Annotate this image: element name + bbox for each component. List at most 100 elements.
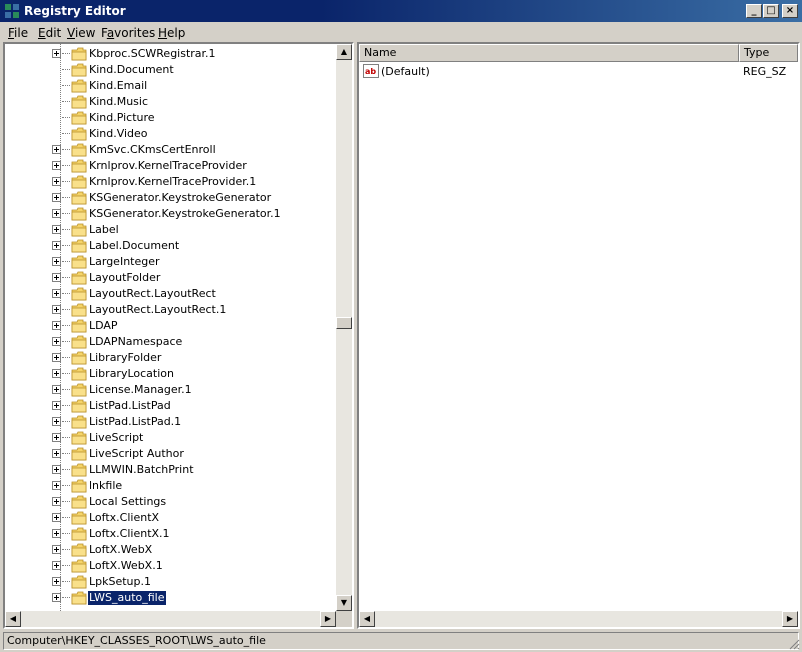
tree-item[interactable]: LpkSetup.1	[5, 574, 335, 590]
tree-item-label[interactable]: Krnlprov.KernelTraceProvider.1	[88, 175, 257, 189]
tree-item[interactable]: LargeInteger	[5, 254, 335, 270]
tree-item[interactable]: Kbproc.SCWRegistrar.1	[5, 46, 335, 62]
tree-item-label[interactable]: Kbproc.SCWRegistrar.1	[88, 47, 217, 61]
tree-item[interactable]: LWS_auto_file	[5, 590, 335, 606]
expand-plus-icon[interactable]	[52, 465, 61, 474]
menu-favorites[interactable]: Favorites	[101, 26, 155, 40]
tree-item[interactable]: LLMWIN.BatchPrint	[5, 462, 335, 478]
tree-item-label[interactable]: Label	[88, 223, 120, 237]
key-tree-pane[interactable]: Kbproc.SCWRegistrar.1 Kind.Document Kind.E…	[3, 42, 354, 629]
expand-plus-icon[interactable]	[52, 481, 61, 490]
menu-view[interactable]: View	[67, 26, 95, 40]
scroll-right-arrow-icon[interactable]: ▶	[782, 611, 798, 627]
tree-scroll-thumb[interactable]	[336, 317, 352, 329]
expand-plus-icon[interactable]	[52, 209, 61, 218]
scroll-left-arrow-icon[interactable]: ◀	[359, 611, 375, 627]
tree-item-label[interactable]: LLMWIN.BatchPrint	[88, 463, 195, 477]
expand-plus-icon[interactable]	[52, 177, 61, 186]
tree-item[interactable]: Krnlprov.KernelTraceProvider	[5, 158, 335, 174]
menu-help[interactable]: Help	[158, 26, 185, 40]
tree-item[interactable]: LDAP	[5, 318, 335, 334]
tree-item-label[interactable]: ListPad.ListPad.1	[88, 415, 182, 429]
tree-item-label[interactable]: Label.Document	[88, 239, 180, 253]
menu-file[interactable]: File	[8, 26, 28, 40]
expand-plus-icon[interactable]	[52, 497, 61, 506]
expand-plus-icon[interactable]	[52, 417, 61, 426]
tree-item[interactable]: Kind.Picture	[5, 110, 335, 126]
expand-plus-icon[interactable]	[52, 257, 61, 266]
tree-item-label[interactable]: LoftX.WebX	[88, 543, 153, 557]
maximize-button[interactable]: □	[763, 4, 779, 18]
tree-item[interactable]: LDAPNamespace	[5, 334, 335, 350]
tree-item-label[interactable]: LpkSetup.1	[88, 575, 152, 589]
expand-plus-icon[interactable]	[52, 145, 61, 154]
expand-plus-icon[interactable]	[52, 545, 61, 554]
tree-horizontal-scrollbar[interactable]: ◀ ▶	[5, 611, 336, 627]
expand-plus-icon[interactable]	[52, 289, 61, 298]
expand-plus-icon[interactable]	[52, 225, 61, 234]
tree-item[interactable]: KSGenerator.KeystrokeGenerator	[5, 190, 335, 206]
expand-plus-icon[interactable]	[52, 321, 61, 330]
expand-plus-icon[interactable]	[52, 449, 61, 458]
tree-item[interactable]: KSGenerator.KeystrokeGenerator.1	[5, 206, 335, 222]
tree-item-label[interactable]: LargeInteger	[88, 255, 161, 269]
tree-item[interactable]: Label	[5, 222, 335, 238]
tree-item[interactable]: Loftx.ClientX.1	[5, 526, 335, 542]
tree-item[interactable]: LoftX.WebX	[5, 542, 335, 558]
tree-item[interactable]: LibraryLocation	[5, 366, 335, 382]
expand-plus-icon[interactable]	[52, 353, 61, 362]
scroll-down-arrow-icon[interactable]: ▼	[336, 595, 352, 611]
tree-item-label[interactable]: LibraryLocation	[88, 367, 175, 381]
tree-item-label[interactable]: Kind.Music	[88, 95, 149, 109]
tree-item-label[interactable]: LayoutFolder	[88, 271, 161, 285]
tree-item-label[interactable]: Kind.Picture	[88, 111, 156, 125]
close-button[interactable]: ×	[782, 4, 798, 18]
tree-item[interactable]: Local Settings	[5, 494, 335, 510]
tree-item[interactable]: Kind.Video	[5, 126, 335, 142]
expand-plus-icon[interactable]	[52, 529, 61, 538]
tree-item-label[interactable]: KSGenerator.KeystrokeGenerator	[88, 191, 272, 205]
tree-item[interactable]: LayoutFolder	[5, 270, 335, 286]
tree-item-label[interactable]: KSGenerator.KeystrokeGenerator.1	[88, 207, 282, 221]
expand-plus-icon[interactable]	[52, 577, 61, 586]
scroll-up-arrow-icon[interactable]: ▲	[336, 44, 352, 60]
value-row[interactable]: ab (Default) REG_SZ	[361, 64, 797, 80]
tree-item-label[interactable]: ListPad.ListPad	[88, 399, 172, 413]
expand-plus-icon[interactable]	[52, 401, 61, 410]
tree-item[interactable]: Kind.Email	[5, 78, 335, 94]
tree-item[interactable]: ListPad.ListPad.1	[5, 414, 335, 430]
expand-plus-icon[interactable]	[52, 337, 61, 346]
tree-item[interactable]: LibraryFolder	[5, 350, 335, 366]
expand-plus-icon[interactable]	[52, 369, 61, 378]
tree-item[interactable]: Kind.Music	[5, 94, 335, 110]
expand-plus-icon[interactable]	[52, 561, 61, 570]
tree-item[interactable]: ListPad.ListPad	[5, 398, 335, 414]
tree-item-label[interactable]: LiveScript	[88, 431, 144, 445]
tree-item-label[interactable]: LoftX.WebX.1	[88, 559, 164, 573]
tree-item[interactable]: License.Manager.1	[5, 382, 335, 398]
tree-item-label[interactable]: LayoutRect.LayoutRect.1	[88, 303, 227, 317]
tree-item-label[interactable]: LDAPNamespace	[88, 335, 183, 349]
list-horizontal-scrollbar[interactable]: ◀ ▶	[359, 611, 798, 627]
tree-item[interactable]: LiveScript	[5, 430, 335, 446]
tree-item-label[interactable]: LDAP	[88, 319, 119, 333]
tree-vertical-scrollbar[interactable]: ▲ ▼	[336, 44, 352, 611]
tree-item[interactable]: LayoutRect.LayoutRect.1	[5, 302, 335, 318]
tree-item-label[interactable]: Local Settings	[88, 495, 167, 509]
tree-item[interactable]: LiveScript Author	[5, 446, 335, 462]
expand-plus-icon[interactable]	[52, 433, 61, 442]
expand-plus-icon[interactable]	[52, 593, 61, 602]
tree-item[interactable]: Label.Document	[5, 238, 335, 254]
tree-item[interactable]: lnkfile	[5, 478, 335, 494]
tree-item-label[interactable]: LiveScript Author	[88, 447, 185, 461]
tree-item-label[interactable]: Krnlprov.KernelTraceProvider	[88, 159, 248, 173]
scroll-right-arrow-icon[interactable]: ▶	[320, 611, 336, 627]
tree-item-label[interactable]: Loftx.ClientX	[88, 511, 160, 525]
menu-edit[interactable]: Edit	[38, 26, 61, 40]
tree-item-label[interactable]: lnkfile	[88, 479, 123, 493]
expand-plus-icon[interactable]	[52, 385, 61, 394]
expand-plus-icon[interactable]	[52, 273, 61, 282]
tree-item-label[interactable]: Kind.Document	[88, 63, 175, 77]
expand-plus-icon[interactable]	[52, 305, 61, 314]
column-header-name[interactable]: Name	[359, 44, 739, 62]
